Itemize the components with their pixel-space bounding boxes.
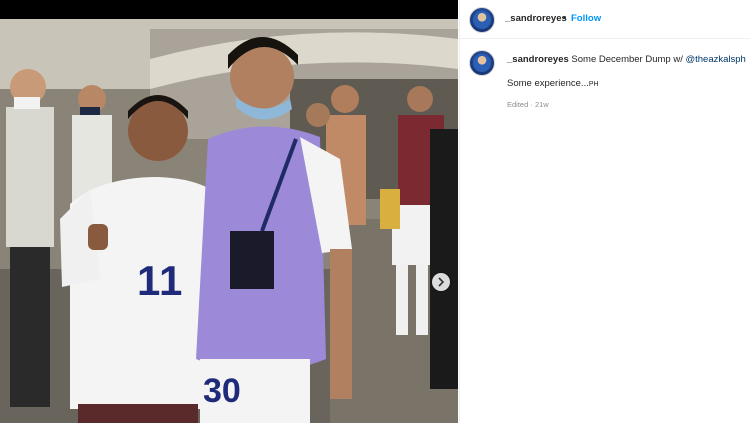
post-photo[interactable]: 11 30 bbox=[0, 19, 458, 423]
author-username[interactable]: _sandroreyes bbox=[505, 13, 567, 24]
avatar-image bbox=[473, 11, 491, 29]
caption-mention-link[interactable]: @theazkalsph bbox=[685, 54, 745, 65]
caption-content: Some December Dump w/ bbox=[568, 54, 686, 65]
separator-dot: • bbox=[563, 13, 567, 23]
jersey-number-left: 11 bbox=[137, 257, 184, 304]
author-avatar[interactable] bbox=[469, 7, 495, 33]
post-header: _sandroreyes • Follow bbox=[460, 0, 750, 39]
jersey-number-right: 30 bbox=[203, 372, 241, 410]
edited-label: Edited bbox=[507, 100, 529, 109]
caption-body-text: Some experience... bbox=[507, 78, 589, 89]
caption-author-avatar[interactable] bbox=[469, 50, 495, 76]
caption-author-username[interactable]: _sandroreyes bbox=[507, 54, 569, 65]
post-meta: Edited · 21w bbox=[507, 100, 549, 109]
instagram-post-view: 11 30 _sandroreyes • Follow _sandroreyes… bbox=[0, 0, 750, 423]
top-black-bar bbox=[0, 0, 458, 19]
chevron-right-icon bbox=[438, 277, 445, 287]
caption-text: _sandroreyes Some December Dump w/ @thea… bbox=[507, 54, 746, 65]
follow-button[interactable]: Follow bbox=[571, 13, 601, 24]
post-age[interactable]: 21w bbox=[535, 100, 549, 109]
avatar-image bbox=[473, 54, 491, 72]
caption-body: Some experience...PH bbox=[507, 78, 599, 89]
photo-illustration bbox=[0, 19, 458, 423]
meta-separator: · bbox=[528, 100, 535, 109]
carousel-next-button[interactable] bbox=[432, 273, 450, 291]
caption-body-suffix: PH bbox=[588, 81, 599, 88]
post-sidebar: _sandroreyes • Follow _sandroreyes Some … bbox=[459, 0, 750, 423]
